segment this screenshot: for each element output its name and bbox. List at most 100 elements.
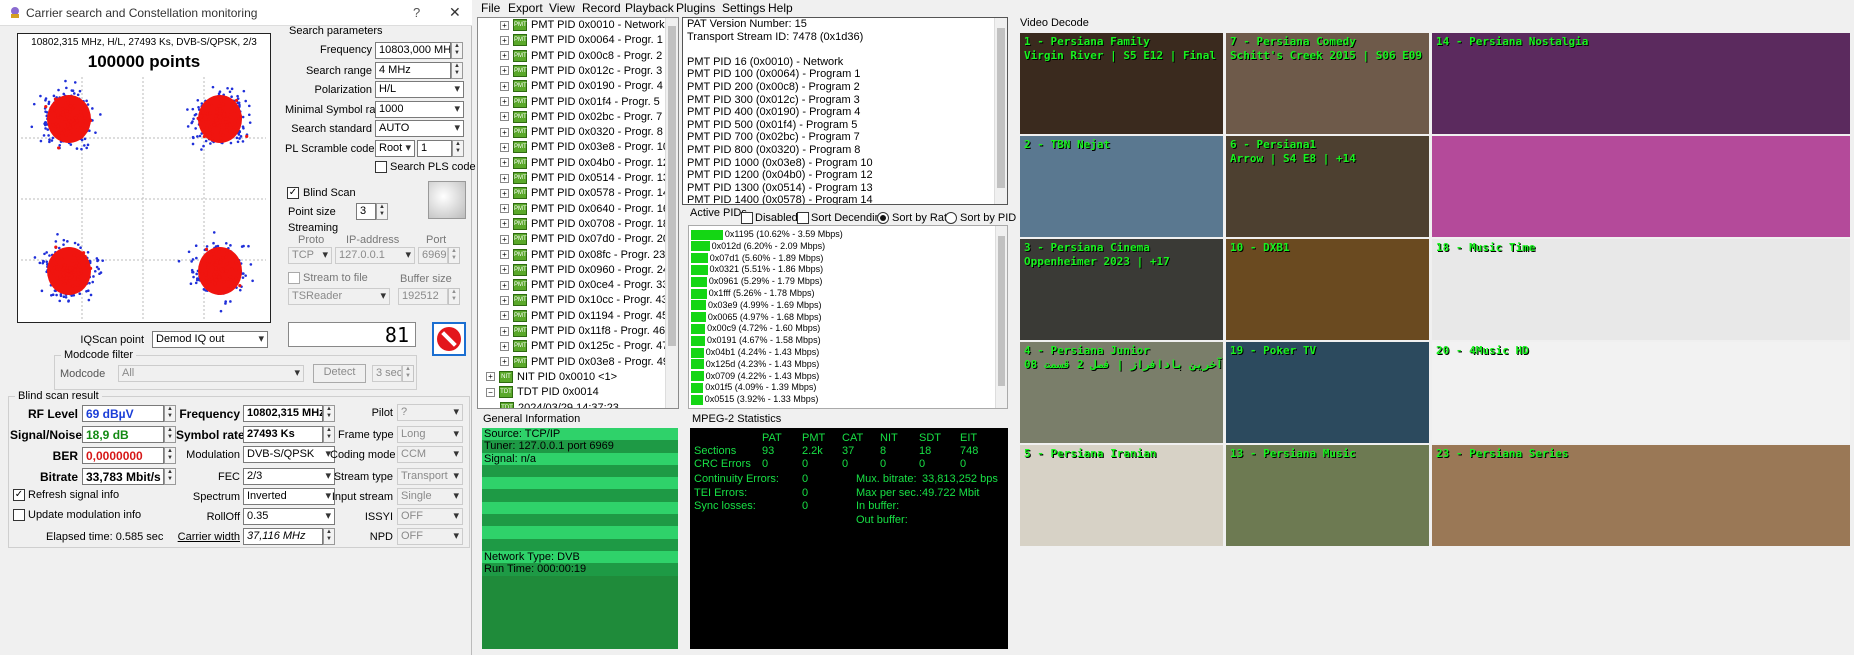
pilot-select[interactable]: ? — [397, 404, 463, 421]
disabled-checkbox[interactable] — [741, 212, 753, 224]
tree-item[interactable]: + PMT PMT PID 0x00c8 - Progr. 2 — [500, 50, 662, 65]
pids-scrollbar[interactable] — [995, 226, 1007, 408]
expand-icon[interactable]: + — [500, 311, 509, 321]
tree-item[interactable]: + PMT PMT PID 0x125c - Progr. 47 — [500, 340, 668, 355]
search-pls-checkbox[interactable] — [375, 161, 387, 173]
rolloff-select[interactable]: 0.35 — [243, 508, 335, 525]
point-size-input[interactable]: 3 — [356, 203, 376, 220]
tree-item[interactable]: + PMT PMT PID 0x01f4 - Progr. 5 — [500, 96, 660, 111]
expand-icon[interactable]: + — [500, 158, 509, 168]
symbol-rate-spinner[interactable]: ▲ ▼ — [323, 426, 335, 443]
tree-item[interactable]: TDT 2024/03/29 14:37:23 — [500, 402, 619, 408]
video-tile[interactable]: 2 - TBN Nejat — [1020, 136, 1223, 237]
menu-record[interactable]: Record — [582, 1, 621, 15]
tree-item[interactable]: + PMT PMT PID 0x0960 - Progr. 24 — [500, 264, 669, 279]
video-tile[interactable]: 10 - DXB1 — [1226, 239, 1429, 340]
menu-view[interactable]: View — [549, 1, 575, 15]
frame-type-select[interactable]: Long — [397, 426, 463, 443]
search-standard-select[interactable]: AUTO — [375, 120, 464, 137]
video-tile[interactable]: 1 - Persiana Family Virgin River | S5 E12… — [1020, 33, 1223, 134]
expand-icon[interactable]: + — [500, 127, 509, 137]
menu-export[interactable]: Export — [508, 1, 543, 15]
tree-item[interactable]: − TDT TDT PID 0x0014 — [486, 386, 599, 401]
expand-icon[interactable]: + — [500, 326, 509, 336]
tree-item[interactable]: + PMT PMT PID 0x03e8 - Progr. 49 — [500, 356, 669, 371]
expand-icon[interactable]: + — [500, 81, 509, 91]
expand-icon[interactable]: + — [500, 173, 509, 183]
proto-select[interactable]: TCP — [288, 247, 332, 264]
close-icon[interactable]: ✕ — [449, 4, 461, 21]
tree-item[interactable]: + PMT PMT PID 0x0320 - Progr. 8 — [500, 126, 663, 141]
video-tile[interactable]: 14 - Persiana Nostalgia — [1432, 33, 1850, 134]
video-tile[interactable]: 19 - Poker TV — [1226, 342, 1429, 443]
help-icon[interactable]: ? — [413, 5, 420, 20]
tree-item[interactable]: + PMT PMT PID 0x10cc - Progr. 43 — [500, 294, 668, 309]
expand-icon[interactable]: + — [500, 112, 509, 122]
tree-scrollbar-thumb[interactable] — [668, 26, 676, 346]
expand-icon[interactable]: + — [500, 35, 509, 45]
sort-by-pid-radio[interactable] — [945, 212, 957, 224]
tree-item[interactable]: + NIT NIT PID 0x0010 <1> — [486, 371, 617, 386]
expand-icon[interactable]: + — [500, 20, 509, 30]
stream-type-select[interactable]: Transport — [397, 468, 463, 485]
pids-scrollbar-thumb[interactable] — [998, 236, 1005, 386]
frequency-spinner[interactable]: ▲ ▼ — [451, 42, 463, 59]
detect-button[interactable]: Detect — [313, 364, 366, 383]
video-tile[interactable]: 20 - 4Music HD — [1432, 342, 1850, 443]
menu-help[interactable]: Help — [768, 1, 793, 15]
tree-item[interactable]: + PMT PMT PID 0x0514 - Progr. 13 — [500, 172, 669, 187]
expand-icon[interactable]: + — [500, 188, 509, 198]
ber-spinner[interactable]: ▲ ▼ — [164, 447, 176, 464]
modulation-select[interactable]: DVB-S/QPSK — [243, 446, 335, 463]
coding-mode-select[interactable]: CCM — [397, 446, 463, 463]
fec-select[interactable]: 2/3 — [243, 468, 335, 485]
expand-icon[interactable]: + — [500, 341, 509, 351]
tree-item[interactable]: + PMT PMT PID 0x0ce4 - Progr. 33 — [500, 279, 668, 294]
buffer-size-spinner[interactable]: ▲ ▼ — [448, 288, 460, 305]
modcode-select[interactable]: All — [118, 365, 304, 382]
satellite-dish-icon[interactable] — [428, 181, 466, 219]
expand-icon[interactable]: + — [500, 219, 509, 229]
expand-icon[interactable]: + — [500, 142, 509, 152]
refresh-signal-checkbox[interactable]: ✓ — [13, 489, 25, 501]
tree-item[interactable]: + PMT PMT PID 0x0064 - Progr. 1 — [500, 34, 663, 49]
video-tile[interactable]: 13 - Persiana Music — [1226, 445, 1429, 546]
tree-item[interactable]: + PMT PMT PID 0x0190 - Progr. 4 — [500, 80, 663, 95]
expand-icon[interactable]: − — [486, 387, 495, 397]
expand-icon[interactable]: + — [500, 295, 509, 305]
video-tile[interactable]: 23 - Persiana Series — [1432, 445, 1850, 546]
detect-time-input[interactable]: 3 sec — [372, 365, 402, 382]
video-tile[interactable]: 5 - Persiana Iranian — [1020, 445, 1223, 546]
search-range-spinner[interactable]: ▲ ▼ — [451, 62, 463, 79]
menu-playback[interactable]: Playback — [625, 1, 674, 15]
issyi-select[interactable]: OFF — [397, 508, 463, 525]
video-tile[interactable] — [1432, 136, 1850, 237]
tree-item[interactable]: + PMT PMT PID 0x08fc - Progr. 23 — [500, 249, 665, 264]
menu-settings[interactable]: Settings — [722, 1, 765, 15]
npd-select[interactable]: OFF — [397, 528, 463, 545]
expand-icon[interactable]: + — [500, 250, 509, 260]
expand-icon[interactable]: + — [500, 357, 509, 367]
expand-icon[interactable]: + — [486, 372, 495, 382]
expand-icon[interactable]: + — [500, 66, 509, 76]
tree-item[interactable]: + PMT PMT PID 0x04b0 - Progr. 12 — [500, 157, 669, 172]
expand-icon[interactable]: + — [500, 280, 509, 290]
pl-scramble-value-input[interactable]: 1 — [417, 140, 452, 157]
min-symbol-rate-select[interactable]: 1000 — [375, 101, 464, 118]
video-tile[interactable]: 6 - Persiana1 Arrow | S4 E8 | +14 — [1226, 136, 1429, 237]
expand-icon[interactable]: + — [500, 51, 509, 61]
rf-level-spinner[interactable]: ▲ ▼ — [164, 405, 176, 422]
tree-item[interactable]: + PMT PMT PID 0x11f8 - Progr. 46 — [500, 325, 665, 340]
pat-scrollbar-thumb[interactable] — [997, 28, 1005, 188]
tree-scrollbar[interactable] — [665, 18, 678, 408]
search-range-input[interactable]: 4 MHz — [375, 62, 451, 79]
polarization-select[interactable]: H/L — [375, 81, 464, 98]
sort-by-rate-radio[interactable] — [877, 212, 889, 224]
menu-file[interactable]: File — [481, 1, 500, 15]
menu-plugins[interactable]: Plugins — [676, 1, 715, 15]
pl-scramble-mode-select[interactable]: Root — [375, 140, 415, 157]
iqscan-point-select[interactable]: Demod IQ out — [152, 331, 268, 348]
input-stream-select[interactable]: Single — [397, 488, 463, 505]
blind-scan-checkbox[interactable]: ✓ — [287, 187, 299, 199]
tree-item[interactable]: + PMT PMT PID 0x07d0 - Progr. 20 — [500, 233, 669, 248]
